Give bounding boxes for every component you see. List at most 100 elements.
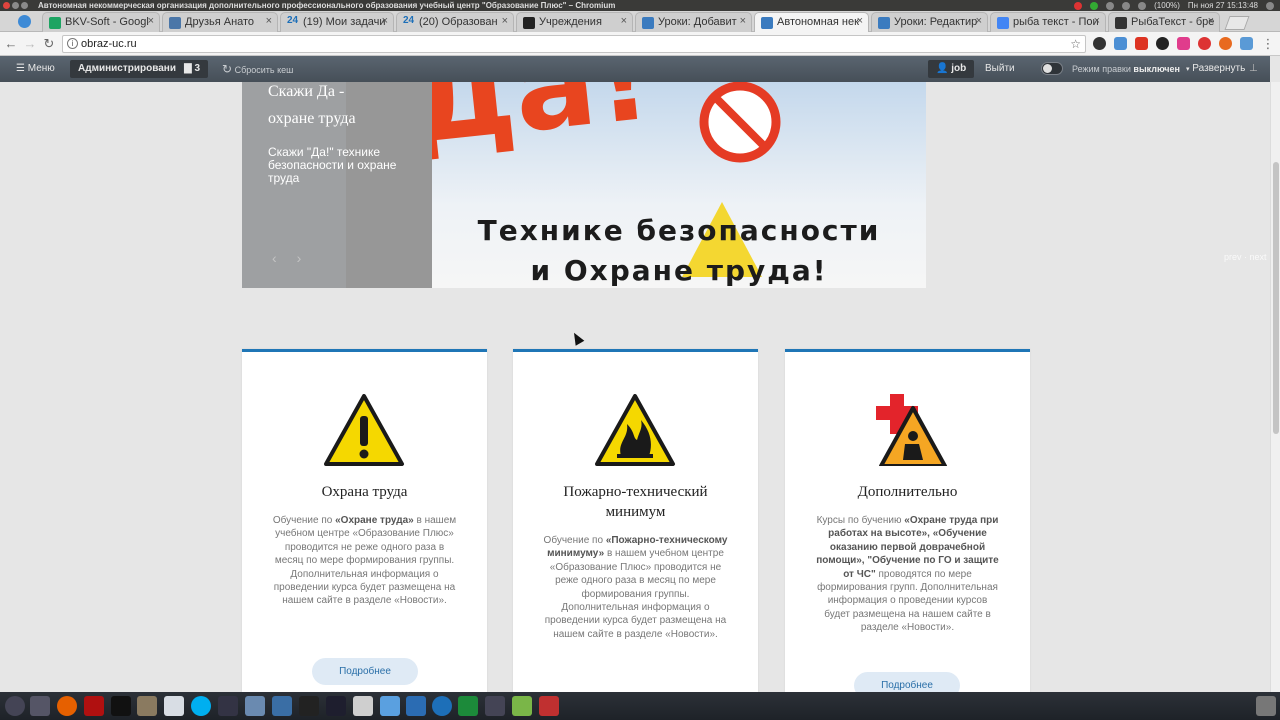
text-editor-icon[interactable] [164, 696, 184, 716]
skype-icon[interactable] [191, 696, 211, 716]
browser-tab[interactable]: Уроки: Добавит × [635, 12, 752, 32]
extension-power-icon[interactable] [1198, 37, 1211, 50]
download-app-icon[interactable] [539, 696, 559, 716]
browser-tab[interactable]: 24 (19) Мои задачи × [280, 12, 394, 32]
tab-favicon-icon [761, 17, 773, 29]
close-icon[interactable] [3, 2, 10, 9]
site-info-icon[interactable]: i [67, 38, 78, 49]
comments-button[interactable]: ▇ 3 [176, 60, 209, 78]
battery-status[interactable]: (100%) [1154, 0, 1180, 11]
tab-close-icon[interactable]: × [976, 15, 982, 27]
browser-tab[interactable]: BKV-Soft - Googl × [42, 12, 160, 32]
window-controls[interactable] [3, 2, 28, 9]
start-menu-icon[interactable] [5, 696, 25, 716]
pin-icon[interactable]: ⊥ [1249, 56, 1258, 82]
tab-close-icon[interactable]: × [621, 15, 627, 27]
phpstorm-icon[interactable] [326, 696, 346, 716]
app-blue-icon[interactable] [272, 696, 292, 716]
bitrix24-icon[interactable] [432, 696, 452, 716]
terminal-icon[interactable] [111, 696, 131, 716]
trash-icon[interactable] [1256, 696, 1276, 716]
filezilla-icon[interactable] [84, 696, 104, 716]
extension-orange-icon[interactable] [1219, 37, 1232, 50]
profile-icon[interactable] [18, 15, 31, 28]
browser-tab[interactable]: Учреждения × [516, 12, 633, 32]
tab-label: Автономная нек [777, 16, 859, 28]
writer-icon[interactable] [406, 696, 426, 716]
extension-pink-icon[interactable] [1177, 37, 1190, 50]
reload-icon[interactable]: ↻ [41, 36, 57, 52]
extension-adblock-icon[interactable] [1135, 37, 1148, 50]
volume-icon[interactable] [1138, 1, 1147, 10]
admin-toolbar: ☰ Меню Администрирование ▇ 3 ↻ Сбросить … [0, 56, 1270, 82]
screenshot-app-icon[interactable] [245, 696, 265, 716]
wifi-icon[interactable] [1106, 1, 1115, 10]
back-icon[interactable]: ← [3, 36, 19, 51]
tab-favicon-icon [523, 17, 535, 29]
extension-blue-icon[interactable] [1240, 37, 1253, 50]
minimize-icon[interactable] [12, 2, 19, 9]
app-indicator-icon[interactable] [1090, 1, 1099, 10]
hero-slider[interactable]: Скажи Да - охране труда Скажи "Да!" техн… [242, 82, 926, 288]
extension-screenshot-icon[interactable] [1114, 37, 1127, 50]
tab-close-icon[interactable]: × [740, 15, 746, 27]
bluetooth-icon[interactable] [1122, 1, 1131, 10]
power-icon[interactable] [1266, 1, 1274, 10]
extension-timer-icon[interactable] [1093, 37, 1106, 50]
scrollbar-thumb[interactable] [1273, 162, 1279, 434]
tab-close-icon[interactable]: × [857, 15, 863, 27]
system-tray: (100%) Пн ноя 27 15:13:48 [1074, 0, 1274, 11]
extension-eye-icon[interactable] [1156, 37, 1169, 50]
slide-prev-icon[interactable]: ‹ [272, 250, 277, 266]
firefox-icon[interactable] [57, 696, 77, 716]
slider-pager[interactable]: prev · next [1224, 252, 1267, 262]
tab-close-icon[interactable]: × [1208, 15, 1214, 27]
more-button[interactable]: Подробнее [312, 658, 418, 685]
expand-button[interactable]: ▾ Развернуть [1186, 56, 1245, 82]
tab-close-icon[interactable]: × [148, 15, 154, 27]
bookmark-star-icon[interactable]: ☆ [1070, 36, 1081, 52]
cloud-app-icon[interactable] [380, 696, 400, 716]
edit-mode-toggle[interactable] [1041, 62, 1063, 75]
slide-next-icon[interactable]: › [297, 250, 302, 266]
more-button[interactable]: Подробнее [854, 672, 960, 692]
app-dark-icon[interactable] [299, 696, 319, 716]
clock[interactable]: Пн ноя 27 15:13:48 [1188, 0, 1258, 11]
hamburger-icon: ☰ [16, 63, 25, 74]
page-scrollbar[interactable] [1270, 82, 1280, 692]
spreadsheet-icon[interactable] [458, 696, 478, 716]
tab-close-icon[interactable]: × [382, 15, 388, 27]
banner-line-2: и Охране труда! [530, 254, 828, 287]
green-app-icon[interactable] [512, 696, 532, 716]
browser-tab[interactable]: 24 (20) Образован × [396, 12, 514, 32]
page-content: Скажи Да - охране труда Скажи "Да!" техн… [0, 82, 1270, 692]
comment-icon: ▇ [184, 63, 192, 74]
card-title: Пожарно-технический минимум [563, 484, 708, 520]
browser-tab[interactable]: Друзья Анато × [162, 12, 278, 32]
browser-tab[interactable]: Автономная нек × [754, 12, 869, 32]
pen-tool-icon[interactable] [218, 696, 238, 716]
tab-close-icon[interactable]: × [1094, 15, 1100, 27]
browser-tab[interactable]: рыба текст - Пои × [990, 12, 1106, 32]
slide-image: Да! Технике безопасности и Охране труда! [432, 82, 926, 288]
browser-tab[interactable]: Уроки: Редактир × [871, 12, 988, 32]
logout-link[interactable]: Выйти [985, 56, 1015, 82]
administration-button[interactable]: Администрирование [70, 60, 190, 78]
user-button[interactable]: 👤 job [928, 60, 975, 78]
calculator-icon[interactable] [30, 696, 50, 716]
admin-menu-button[interactable]: ☰ Меню [16, 56, 55, 82]
network-app-icon[interactable] [485, 696, 505, 716]
notes-icon[interactable] [353, 696, 373, 716]
forward-icon[interactable]: → [22, 36, 38, 51]
tab-close-icon[interactable]: × [266, 15, 272, 27]
new-tab-button[interactable] [1224, 16, 1250, 30]
reset-cache-button[interactable]: ↻ Сбросить кеш [222, 56, 293, 82]
tab-close-icon[interactable]: × [502, 15, 508, 27]
maximize-icon[interactable] [21, 2, 28, 9]
record-icon[interactable] [1074, 1, 1083, 10]
browser-tab[interactable]: РыбаТекст - бре × [1108, 12, 1220, 32]
taskbar [0, 692, 1280, 720]
chrome-menu-icon[interactable]: ⋮ [1260, 36, 1276, 52]
address-bar[interactable]: i obraz-uc.ru ☆ [62, 35, 1086, 53]
file-manager-icon[interactable] [137, 696, 157, 716]
